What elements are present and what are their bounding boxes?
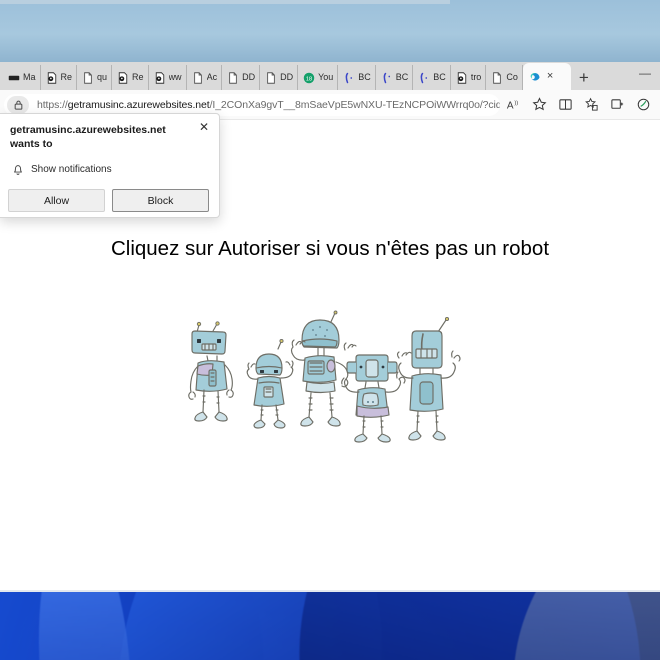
tab-label: Co: [506, 73, 518, 82]
tab-item[interactable]: qu: [77, 65, 113, 90]
tab-label: ww: [168, 73, 182, 82]
tab-label: qu: [97, 73, 108, 82]
edge-icon: [530, 72, 540, 81]
lock-icon[interactable]: [7, 95, 29, 114]
url-scheme: https://: [37, 98, 68, 111]
tab-label: BC: [395, 73, 409, 82]
tab-item[interactable]: tro: [451, 65, 487, 90]
tab-item[interactable]: 18 You: [298, 65, 339, 90]
document-icon: [493, 71, 502, 84]
url-host: getramusinc.azurewebsites.net: [67, 98, 210, 111]
tab-item[interactable]: BC: [413, 65, 451, 90]
tab-item[interactable]: DD: [260, 65, 299, 90]
bell-icon: [14, 165, 22, 175]
svg-text:18: 18: [306, 76, 312, 82]
permission-label: Show notifications: [31, 164, 112, 175]
permission-dialog-buttons: Allow Block: [8, 189, 209, 212]
background-window: [0, 0, 660, 62]
favorites-hub-icon[interactable]: [578, 93, 604, 117]
close-icon[interactable]: ✕: [197, 121, 211, 135]
split-screen-icon[interactable]: [552, 93, 578, 117]
pdf-icon: [118, 71, 128, 84]
favorite-star-icon[interactable]: [526, 93, 552, 117]
robots-svg: [188, 310, 461, 443]
new-tab-button[interactable]: +: [571, 65, 597, 90]
screen: Ma Re qu Re ww Ac DD DD 18 You BC BC BC …: [0, 0, 660, 660]
pdf-icon: [457, 71, 467, 84]
blue-sparkle-icon: [345, 72, 353, 83]
blue-sparkle-icon: [420, 72, 428, 83]
blue-sparkle-icon: [383, 72, 390, 83]
window-bottom-edge: [0, 590, 660, 592]
permission-dialog-title: getramusinc.azurewebsites.net wants to: [10, 124, 166, 151]
tab-label: You: [318, 73, 334, 82]
tab-label: BC: [358, 73, 371, 82]
svg-text:)): )): [514, 101, 518, 107]
url-path: /I_2COnXa9gvT__8mSaeVpE5wNXU-TEzNCPOiWWr…: [209, 98, 500, 111]
document-icon: [193, 71, 202, 84]
allow-button[interactable]: Allow: [8, 189, 105, 212]
tab-close-icon[interactable]: ×: [547, 71, 553, 82]
bookmark-icon: [8, 75, 20, 80]
tab-label: DD: [242, 73, 256, 82]
tab-label: Ac: [206, 73, 218, 82]
tab-strip: Ma Re qu Re ww Ac DD DD 18 You BC BC BC …: [0, 62, 660, 90]
cartoon-robots-illustration: [0, 310, 660, 445]
tab-item[interactable]: Co: [486, 65, 523, 90]
tab-item[interactable]: Re: [112, 65, 149, 90]
page-title: Cliquez sur Autoriser si vous n'êtes pas…: [110, 237, 550, 260]
tab-item[interactable]: BC: [338, 65, 376, 90]
browser-essentials-icon[interactable]: [630, 93, 656, 117]
tab-label: Re: [60, 73, 73, 82]
tab-item-active[interactable]: ×: [522, 63, 571, 90]
tab-item[interactable]: Re: [41, 65, 78, 90]
document-icon: [84, 71, 92, 84]
permission-row: Show notifications: [12, 163, 112, 176]
tab-label: Re: [132, 73, 144, 82]
pdf-icon: [155, 71, 164, 84]
tab-label: tro: [470, 73, 482, 82]
document-icon: [229, 71, 237, 84]
tab-item[interactable]: Ac: [187, 65, 223, 90]
tab-label: DD: [280, 73, 294, 82]
green-badge-icon: 18: [303, 72, 315, 83]
background-window-strip: [0, 0, 450, 4]
tab-label: BC: [433, 73, 446, 82]
edge-browser-window: Ma Re qu Re ww Ac DD DD 18 You BC BC BC …: [0, 62, 660, 590]
document-icon: [267, 71, 275, 84]
address-bar-text[interactable]: https://getramusinc.azurewebsites.net/I_…: [37, 99, 500, 111]
tab-label: Ma: [23, 73, 36, 82]
block-button[interactable]: Block: [112, 189, 209, 212]
window-minimize-button[interactable]: —: [636, 66, 654, 80]
tab-item[interactable]: BC: [376, 65, 414, 90]
notification-permission-dialog: getramusinc.azurewebsites.net wants to ✕…: [0, 113, 220, 218]
tab-item[interactable]: DD: [222, 65, 261, 90]
collections-icon[interactable]: [604, 93, 630, 117]
read-aloud-icon[interactable]: A)): [500, 93, 526, 117]
tab-item[interactable]: Ma: [0, 65, 41, 90]
tab-item[interactable]: ww: [149, 65, 187, 90]
pdf-icon: [47, 71, 56, 84]
svg-text:A: A: [506, 101, 513, 111]
